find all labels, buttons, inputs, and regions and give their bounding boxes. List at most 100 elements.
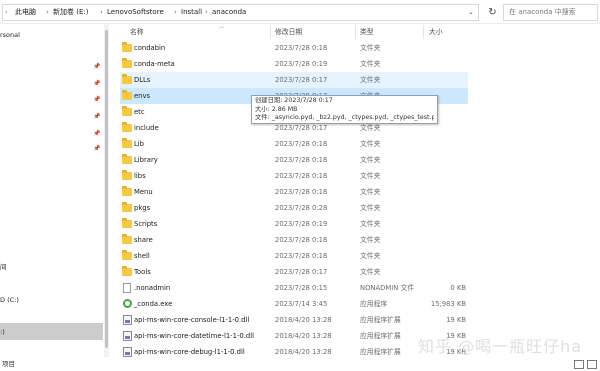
tiles-view-icon[interactable] — [587, 360, 597, 369]
folder-icon — [122, 154, 132, 164]
file-name: share — [134, 236, 153, 244]
file-row[interactable]: libs 2023/7/28 0:18 文件夹 — [120, 168, 468, 184]
file-row[interactable]: conda-meta 2023/7/28 0:19 文件夹 — [120, 56, 468, 72]
file-type: 文件夹 — [360, 76, 381, 84]
file-name: conda-meta — [134, 60, 175, 68]
chevron-down-icon[interactable]: ⌄ — [468, 5, 474, 20]
breadcrumb-separator: › — [46, 8, 49, 16]
column-header-type[interactable]: 类型 — [360, 26, 374, 38]
folder-icon — [122, 90, 132, 100]
breadcrumb-lenovosoftstore[interactable]: LenovoSoftstore — [107, 5, 164, 20]
chevron-left-icon[interactable]: › — [5, 5, 13, 20]
file-size — [418, 264, 466, 280]
file-name: Scripts — [134, 220, 158, 228]
file-type: 文件夹 — [360, 60, 381, 68]
pin-icon[interactable]: 📌 — [93, 80, 101, 88]
tooltip-files: 文件: _asyncio.pyd, _bz2.pyd, _ctypes.pyd,… — [255, 114, 434, 121]
details-view-icon[interactable] — [574, 360, 584, 369]
pin-icon[interactable]: 📌 — [93, 113, 101, 121]
file-row[interactable]: Menu 2023/7/28 0:18 文件夹 — [120, 184, 468, 200]
file-name: Library — [134, 156, 158, 164]
file-type: 文件夹 — [360, 140, 381, 148]
file-row[interactable]: _conda.exe 2023/7/14 3:45 应用程序 15,983 KB — [120, 296, 468, 312]
folder-icon — [122, 202, 132, 212]
file-row[interactable]: Library 2023/7/28 0:18 文件夹 — [120, 152, 468, 168]
pin-icon[interactable]: 📌 — [93, 63, 101, 71]
nav-item-personal[interactable]: rsonal — [0, 29, 20, 41]
file-row[interactable]: DLLs 2023/7/28 0:17 文件夹 — [120, 72, 468, 88]
file-row[interactable]: Tools 2023/7/28 0:17 文件夹 — [120, 264, 468, 280]
breadcrumb-drive[interactable]: 新加卷 (E:) — [53, 5, 88, 20]
tooltip-size: 大小: 2.86 MB — [255, 105, 298, 113]
breadcrumb-install[interactable]: Install — [181, 5, 202, 20]
file-name: pkgs — [134, 204, 151, 212]
column-divider[interactable] — [355, 25, 356, 39]
breadcrumb-anaconda[interactable]: anaconda — [212, 5, 246, 20]
file-row[interactable]: Scripts 2023/7/28 0:19 文件夹 — [120, 216, 468, 232]
file-row[interactable]: share 2023/7/28 0:18 文件夹 — [120, 232, 468, 248]
file-row[interactable]: api-ms-win-core-console-l1-1-0.dll 2018/4… — [120, 312, 468, 328]
search-placeholder: 在 anaconda 中搜索 — [509, 8, 576, 16]
file-date: 2018/4/20 13:28 — [275, 316, 332, 324]
file-date: 2023/7/14 3:45 — [275, 300, 328, 308]
folder-icon — [122, 74, 132, 84]
folder-icon — [122, 266, 132, 276]
nav-item-drive-c[interactable]: D (C:) — [0, 294, 19, 306]
file-name: etc — [134, 108, 145, 116]
file-row[interactable]: Lib 2023/7/28 0:18 文件夹 — [120, 136, 468, 152]
breadcrumb-this-pc[interactable]: 此电脑 — [15, 5, 36, 20]
file-row[interactable]: condabin 2023/7/28 0:18 文件夹 — [120, 40, 468, 56]
file-date: 2023/7/28 0:17 — [275, 76, 328, 84]
pin-icon[interactable]: 📌 — [93, 130, 101, 138]
folder-icon — [122, 170, 132, 180]
nav-scrollbar-thumb[interactable] — [105, 30, 108, 348]
file-size — [418, 40, 466, 56]
sort-up-icon: ︿ — [219, 24, 225, 30]
file-size — [418, 232, 466, 248]
file-date: 2023/7/28 0:19 — [275, 60, 328, 68]
file-type: 文件夹 — [360, 268, 381, 276]
file-date: 2023/7/28 0:18 — [275, 156, 328, 164]
column-header-name[interactable]: 名称 — [130, 26, 144, 38]
nav-item-drive-e: :) — [0, 328, 5, 336]
file-size: 0 KB — [450, 284, 466, 292]
tooltip-created: 创建日期: 2023/7/28 0:17 — [255, 97, 333, 104]
nav-item-space[interactable]: 间 — [0, 261, 7, 273]
file-size: 15,983 KB — [430, 300, 466, 308]
status-bar: 项目 — [0, 357, 600, 371]
dll-icon — [123, 347, 132, 357]
dll-icon — [123, 315, 132, 325]
file-row[interactable]: pkgs 2023/7/28 0:28 文件夹 — [120, 200, 468, 216]
file-size — [418, 72, 466, 88]
file-row[interactable]: shell 2023/7/28 0:18 文件夹 — [120, 248, 468, 264]
file-type: 应用程序扩展 — [360, 316, 401, 324]
file-size — [418, 136, 466, 152]
file-size — [418, 168, 466, 184]
file-name: shell — [134, 252, 150, 260]
folder-icon — [122, 218, 132, 228]
file-name: Lib — [134, 140, 144, 148]
file-row[interactable]: .nonadmin 2023/7/28 0:15 NONADMIN 文件 0 KB — [120, 280, 468, 296]
nav-item-selected[interactable]: :) — [0, 323, 103, 340]
column-divider[interactable] — [270, 25, 271, 39]
column-header-size[interactable]: 大小 — [429, 26, 443, 38]
pin-icon[interactable]: 📌 — [93, 96, 101, 104]
file-date: 2023/7/28 0:19 — [275, 220, 328, 228]
column-header-date[interactable]: 修改日期 — [275, 26, 302, 38]
column-divider[interactable] — [423, 25, 424, 39]
folder-icon — [122, 250, 132, 260]
refresh-icon[interactable]: ↻ — [485, 5, 500, 20]
pin-icon[interactable]: 📌 — [93, 145, 101, 153]
file-date: 2023/7/28 0:18 — [275, 172, 328, 180]
file-row[interactable]: api-ms-win-core-datetime-l1-1-0.dll 2018/… — [120, 328, 468, 344]
file-name: Tools — [134, 268, 151, 276]
file-info-tooltip: 创建日期: 2023/7/28 0:17 大小: 2.86 MB 文件: _as… — [251, 95, 438, 124]
address-bar[interactable]: › 此电脑 › 新加卷 (E:) › LenovoSoftstore › Ins… — [2, 4, 479, 21]
file-name: _conda.exe — [134, 300, 173, 308]
file-size — [418, 200, 466, 216]
search-input[interactable]: 在 anaconda 中搜索 — [503, 4, 598, 21]
file-name: api-ms-win-core-datetime-l1-1-0.dll — [134, 332, 254, 340]
file-type: NONADMIN 文件 — [360, 284, 415, 292]
file-date: 2023/7/28 0:18 — [275, 252, 328, 260]
file-icon — [123, 283, 131, 293]
